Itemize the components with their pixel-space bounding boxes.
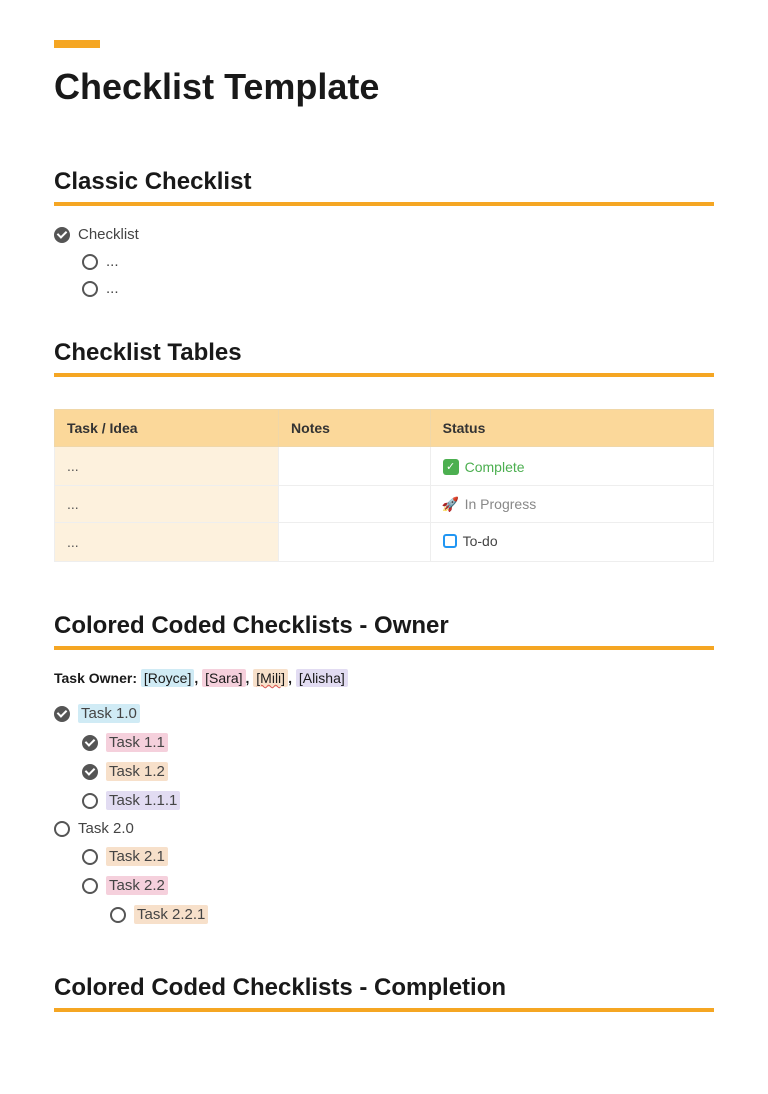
status-text: To-do bbox=[463, 533, 498, 549]
checkmark-icon[interactable] bbox=[82, 735, 98, 751]
item-label: Task 2.0 bbox=[78, 820, 134, 837]
table-row[interactable]: ... To-do bbox=[55, 523, 714, 562]
table-row[interactable]: ... 🚀 In Progress bbox=[55, 485, 714, 523]
cell-notes bbox=[279, 447, 431, 486]
list-item[interactable]: Checklist bbox=[54, 226, 714, 243]
col-status: Status bbox=[430, 410, 713, 447]
status-text: In Progress bbox=[465, 496, 537, 512]
owner-tag: [Royce] bbox=[141, 669, 194, 687]
circle-icon[interactable] bbox=[82, 254, 98, 270]
owner-tag: [Sara] bbox=[202, 669, 245, 687]
checklist-table: Task / Idea Notes Status ... ✓ Complete...… bbox=[54, 409, 714, 562]
page-title: Checklist Template bbox=[54, 66, 714, 108]
list-item[interactable]: Task 2.1 bbox=[82, 847, 714, 866]
item-label: Task 2.2 bbox=[106, 876, 168, 895]
item-label: Checklist bbox=[78, 226, 139, 243]
item-label: Task 1.1.1 bbox=[106, 791, 180, 810]
owner-label: Task Owner: bbox=[54, 670, 137, 686]
owner-tag: [Mili] bbox=[253, 669, 288, 687]
section-classic: Classic Checklist Checklist...... bbox=[54, 168, 714, 297]
circle-icon[interactable] bbox=[54, 821, 70, 837]
cell-notes bbox=[279, 485, 431, 523]
cell-status: 🚀 In Progress bbox=[430, 485, 713, 523]
cell-status: To-do bbox=[430, 523, 713, 562]
rocket-icon: 🚀 bbox=[443, 496, 459, 512]
item-label: Task 1.1 bbox=[106, 733, 168, 752]
circle-icon[interactable] bbox=[82, 793, 98, 809]
list-item[interactable]: ... bbox=[82, 253, 714, 270]
circle-icon[interactable] bbox=[110, 907, 126, 923]
underline bbox=[54, 202, 714, 206]
list-item[interactable]: Task 2.2.1 bbox=[110, 905, 714, 924]
checkmark-icon[interactable] bbox=[54, 706, 70, 722]
col-task: Task / Idea bbox=[55, 410, 279, 447]
square-icon bbox=[443, 534, 457, 548]
heading-completion: Colored Coded Checklists - Completion bbox=[54, 974, 714, 1002]
cell-notes bbox=[279, 523, 431, 562]
status-text: Complete bbox=[465, 459, 525, 475]
owner-line: Task Owner: [Royce], [Sara], [Mili], [Al… bbox=[54, 670, 714, 686]
underline bbox=[54, 646, 714, 650]
heading-tables: Checklist Tables bbox=[54, 339, 714, 367]
list-item[interactable]: Task 2.2 bbox=[82, 876, 714, 895]
item-label: ... bbox=[106, 280, 119, 297]
cell-status: ✓ Complete bbox=[430, 447, 713, 486]
table-row[interactable]: ... ✓ Complete bbox=[55, 447, 714, 486]
col-notes: Notes bbox=[279, 410, 431, 447]
list-item[interactable]: Task 1.2 bbox=[82, 762, 714, 781]
item-label: Task 1.0 bbox=[78, 704, 140, 723]
list-item[interactable]: Task 1.1.1 bbox=[82, 791, 714, 810]
item-label: ... bbox=[106, 253, 119, 270]
circle-icon[interactable] bbox=[82, 878, 98, 894]
section-tables: Checklist Tables Task / Idea Notes Statu… bbox=[54, 339, 714, 562]
checkmark-icon[interactable] bbox=[54, 227, 70, 243]
section-owner: Colored Coded Checklists - Owner Task Ow… bbox=[54, 612, 714, 924]
underline bbox=[54, 1008, 714, 1012]
classic-checklist: Checklist...... bbox=[54, 226, 714, 297]
underline bbox=[54, 373, 714, 377]
checkmark-icon[interactable] bbox=[82, 764, 98, 780]
cell-task: ... bbox=[55, 485, 279, 523]
check-icon: ✓ bbox=[443, 459, 459, 475]
owner-checklist: Task 1.0 Task 1.1 Task 1.2 Task 1.1.1 Task 2… bbox=[54, 704, 714, 924]
owner-tag: [Alisha] bbox=[296, 669, 348, 687]
cell-task: ... bbox=[55, 447, 279, 486]
list-item[interactable]: Task 1.1 bbox=[82, 733, 714, 752]
heading-owner: Colored Coded Checklists - Owner bbox=[54, 612, 714, 640]
list-item[interactable]: Task 2.0 bbox=[54, 820, 714, 837]
item-label: Task 2.2.1 bbox=[134, 905, 208, 924]
item-label: Task 2.1 bbox=[106, 847, 168, 866]
circle-icon[interactable] bbox=[82, 849, 98, 865]
list-item[interactable]: Task 1.0 bbox=[54, 704, 714, 723]
cell-task: ... bbox=[55, 523, 279, 562]
circle-icon[interactable] bbox=[82, 281, 98, 297]
accent-bar bbox=[54, 40, 100, 48]
heading-classic: Classic Checklist bbox=[54, 168, 714, 196]
section-completion: Colored Coded Checklists - Completion bbox=[54, 974, 714, 1012]
list-item[interactable]: ... bbox=[82, 280, 714, 297]
item-label: Task 1.2 bbox=[106, 762, 168, 781]
